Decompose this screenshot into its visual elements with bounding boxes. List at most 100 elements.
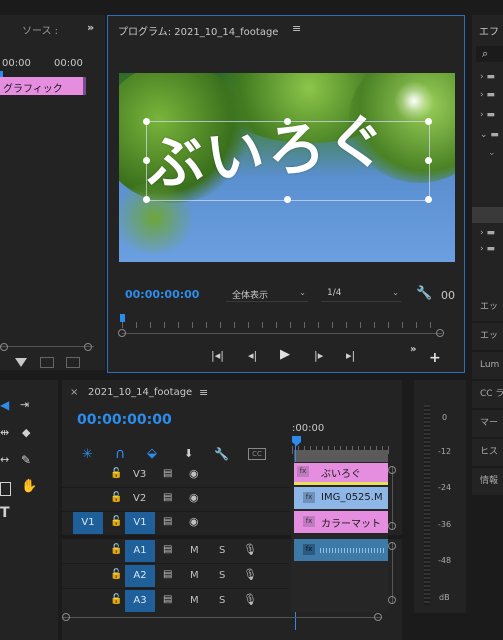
- folder-icon[interactable]: ⌄ ▬: [480, 130, 499, 140]
- right-panel-item-1[interactable]: エッ: [472, 323, 503, 350]
- track-name-a2[interactable]: A2: [125, 565, 155, 587]
- audio-vscroll[interactable]: [388, 542, 396, 604]
- ripple-edit-tool-icon[interactable]: ⇹: [0, 426, 9, 439]
- captions-icon[interactable]: CC: [248, 448, 266, 460]
- folder-icon[interactable]: ⌄: [488, 148, 496, 158]
- wrench-icon[interactable]: 🔧: [214, 447, 229, 461]
- lock-icon[interactable]: 🔓: [110, 468, 122, 479]
- mute-toggle[interactable]: M: [190, 570, 199, 581]
- timeline-playhead-marker[interactable]: [292, 436, 301, 446]
- source-patch-v1[interactable]: V1: [73, 512, 103, 534]
- clip-audio-a1[interactable]: fx: [294, 539, 388, 561]
- microphone-icon[interactable]: 🎙: [243, 543, 257, 556]
- track-row-a1[interactable]: 🔓 A1 ▤ M S 🎙: [62, 539, 289, 564]
- track-name-a3[interactable]: A3: [125, 590, 155, 612]
- source-scrollbar[interactable]: [0, 343, 94, 355]
- folder-icon[interactable]: › ▬: [480, 72, 495, 82]
- folder-selected-row[interactable]: [472, 207, 503, 223]
- right-panel-item-0[interactable]: エッ: [472, 294, 503, 321]
- panel-overflow-icon[interactable]: »: [87, 21, 94, 34]
- track-select-tool-icon[interactable]: ⇥: [20, 398, 29, 411]
- solo-toggle[interactable]: S: [219, 570, 225, 581]
- marker-icon[interactable]: ⬇: [184, 447, 193, 460]
- right-panel-item-4[interactable]: マー: [472, 410, 503, 437]
- search-field[interactable]: ⌕: [476, 46, 503, 62]
- folder-icon[interactable]: › ▬: [480, 110, 495, 120]
- film-icon[interactable]: ▤: [163, 516, 172, 527]
- eye-icon[interactable]: ◉: [189, 467, 199, 480]
- folder-icon[interactable]: › ▬: [480, 228, 495, 238]
- film-icon[interactable]: ▤: [163, 468, 172, 479]
- source-insert-icon[interactable]: [40, 357, 54, 368]
- program-zoom-select[interactable]: 全体表示 ⌄: [226, 285, 308, 302]
- lock-icon[interactable]: 🔓: [110, 569, 122, 580]
- solo-toggle[interactable]: S: [219, 545, 225, 556]
- type-tool-icon[interactable]: T: [0, 505, 10, 521]
- program-scrollbar[interactable]: [118, 329, 444, 337]
- razor-tool-icon[interactable]: ◆: [22, 426, 30, 439]
- panel-overflow-icon[interactable]: »: [410, 344, 416, 355]
- wrench-icon[interactable]: 🔧: [416, 286, 432, 301]
- eye-icon[interactable]: ◉: [189, 491, 199, 504]
- text-selection-box[interactable]: [143, 118, 432, 203]
- add-marker-icon[interactable]: ⬙: [147, 446, 157, 461]
- program-panel-title[interactable]: プログラム: 2021_10_14_footage: [118, 23, 278, 38]
- track-name-v1[interactable]: V1: [125, 512, 155, 534]
- step-back-icon[interactable]: ◂|: [248, 349, 257, 362]
- close-icon[interactable]: ×: [70, 387, 78, 398]
- program-playhead-marker[interactable]: [120, 314, 125, 322]
- slip-tool-icon[interactable]: ↔: [0, 453, 9, 466]
- program-menu-icon[interactable]: ≡: [292, 22, 301, 35]
- film-icon[interactable]: ▤: [163, 492, 172, 503]
- clip-title-v3[interactable]: fx ぶいろぐ: [294, 463, 388, 485]
- program-time-ruler[interactable]: [122, 322, 442, 328]
- right-panel-item-5[interactable]: ヒス: [472, 439, 503, 466]
- right-panel-item-3[interactable]: CC ラ: [472, 381, 503, 408]
- eye-icon[interactable]: ◉: [189, 515, 199, 528]
- folder-icon[interactable]: › ▬: [480, 244, 495, 254]
- mark-in-icon[interactable]: |◂|: [211, 349, 224, 362]
- snap-icon[interactable]: ✳: [82, 447, 93, 462]
- folder-icon[interactable]: › ▬: [480, 90, 495, 100]
- play-icon[interactable]: ▶: [280, 347, 290, 362]
- program-resolution-select[interactable]: 1/4 ⌄: [321, 285, 401, 302]
- source-panel-title[interactable]: ソース :: [22, 22, 58, 37]
- clip-video-v2[interactable]: fx IMG_0525.M: [294, 487, 388, 509]
- rectangle-tool-icon[interactable]: [0, 482, 11, 496]
- source-overwrite-icon[interactable]: [66, 357, 80, 368]
- track-row-v3[interactable]: 🔓 V3 ▤ ◉: [62, 463, 289, 488]
- pen-tool-icon[interactable]: ✎: [21, 453, 31, 467]
- film-icon[interactable]: ▤: [163, 569, 172, 580]
- source-filter-icon[interactable]: [15, 358, 27, 367]
- microphone-icon[interactable]: 🎙: [243, 568, 257, 581]
- lock-icon[interactable]: 🔓: [110, 594, 122, 605]
- selection-tool-icon[interactable]: ◀: [0, 398, 9, 412]
- hand-tool-icon[interactable]: ✋: [21, 479, 37, 494]
- right-panel-item-6[interactable]: 情報: [472, 468, 503, 495]
- step-forward-icon[interactable]: |▸: [314, 349, 323, 362]
- microphone-icon[interactable]: 🎙: [243, 593, 257, 606]
- track-row-a3[interactable]: 🔓 A3 ▤ M S 🎙: [62, 589, 289, 613]
- right-panel-item-2[interactable]: Lum: [472, 352, 503, 379]
- mute-toggle[interactable]: M: [190, 595, 199, 606]
- program-video-frame[interactable]: ぶいろぐ: [119, 73, 455, 262]
- track-name-a1[interactable]: A1: [125, 540, 155, 562]
- mark-out-icon[interactable]: ▸|: [346, 349, 355, 362]
- timeline-timecode[interactable]: 00:00:00:00: [77, 412, 172, 428]
- solo-toggle[interactable]: S: [219, 595, 225, 606]
- add-button-icon[interactable]: +: [429, 350, 441, 366]
- lock-icon[interactable]: 🔓: [110, 492, 122, 503]
- track-vscroll[interactable]: [388, 466, 396, 530]
- film-icon[interactable]: ▤: [163, 544, 172, 555]
- timeline-menu-icon[interactable]: ≡: [199, 386, 208, 399]
- clip-matte-v1[interactable]: fx カラーマット: [294, 511, 388, 533]
- program-timecode[interactable]: 00:00:00:00: [125, 288, 199, 301]
- timeline-work-area[interactable]: [294, 450, 388, 462]
- effects-panel-title[interactable]: エフ: [479, 23, 499, 38]
- track-row-a2[interactable]: 🔓 A2 ▤ M S 🎙: [62, 564, 289, 589]
- film-icon[interactable]: ▤: [163, 594, 172, 605]
- linked-selection-icon[interactable]: ∩: [115, 446, 125, 462]
- mute-toggle[interactable]: M: [190, 545, 199, 556]
- timeline-hscroll[interactable]: [62, 613, 382, 621]
- source-clip-bar[interactable]: グラフィック: [0, 77, 86, 95]
